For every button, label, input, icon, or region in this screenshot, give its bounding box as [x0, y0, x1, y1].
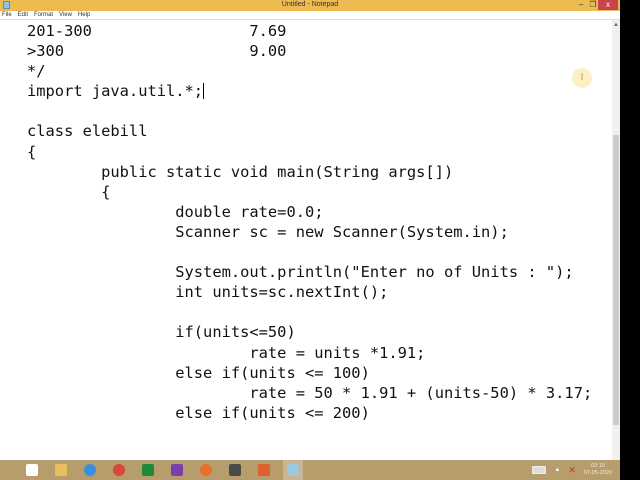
notepad-icon — [287, 464, 299, 476]
text-cursor-icon: I — [572, 68, 592, 88]
notepad-window: Untitled - Notepad – ❐ x File Edit Forma… — [0, 0, 620, 460]
code-line: rate = units *1.91; — [27, 343, 426, 362]
clock-time: 02:19 — [591, 463, 605, 469]
taskbar-sublime-button[interactable] — [225, 460, 245, 480]
show-hidden-icons-icon[interactable]: ▲ — [554, 467, 560, 473]
taskbar-onenote-button[interactable] — [167, 460, 187, 480]
code-line: if(units<=50) — [27, 323, 296, 342]
menu-format[interactable]: Format — [34, 11, 53, 19]
code-line: class elebill — [27, 122, 148, 141]
code-line: else if(units <= 100) — [27, 363, 370, 382]
code-line: Scanner sc = new Scanner(System.in); — [27, 222, 509, 241]
firefox-icon — [200, 464, 212, 476]
taskbar-internet-explorer-button[interactable] — [80, 460, 100, 480]
taskbar-store-button[interactable] — [138, 460, 158, 480]
title-bar[interactable]: Untitled - Notepad – ❐ x — [0, 0, 620, 11]
code-line: import java.util.*; — [27, 82, 205, 101]
taskbar-firefox-button[interactable] — [196, 460, 216, 480]
keyboard-icon[interactable] — [532, 466, 547, 474]
taskbar-xampp-button[interactable] — [254, 460, 274, 480]
code-line: >300 9.00 — [27, 42, 287, 61]
code-line: */ — [27, 62, 46, 81]
taskbar-file-explorer-button[interactable] — [51, 460, 71, 480]
code-line: double rate=0.0; — [27, 202, 324, 221]
scroll-thumb[interactable] — [613, 135, 619, 425]
start-icon — [26, 464, 38, 476]
taskbar: ▲ ✕ 02:19 07-05-2020 — [0, 460, 620, 480]
menu-bar: File Edit Format View Help — [0, 11, 620, 20]
code-line: System.out.println("Enter no of Units : … — [27, 263, 574, 282]
code-text: 201-300 7.69 >300 9.00 */import java.util.… — [0, 20, 612, 423]
clock[interactable]: 02:19 07-05-2020 — [584, 463, 612, 477]
code-line: { — [27, 182, 111, 201]
taskbar-chrome-button[interactable] — [109, 460, 129, 480]
code-line: int units=sc.nextInt(); — [27, 283, 389, 302]
clock-date: 07-05-2020 — [583, 470, 612, 476]
network-icon[interactable]: ✕ — [568, 465, 576, 476]
menu-edit[interactable]: Edit — [18, 11, 28, 19]
onenote-icon — [171, 464, 183, 476]
vertical-scrollbar[interactable]: ▲ — [612, 20, 620, 460]
text-editor[interactable]: 201-300 7.69 >300 9.00 */import java.util.… — [0, 20, 612, 460]
system-tray: ▲ ✕ 02:19 07-05-2020 — [532, 460, 612, 480]
minimize-button[interactable]: – — [575, 0, 587, 10]
code-line: 201-300 7.69 — [27, 22, 287, 40]
taskbar-notepad-button[interactable] — [283, 460, 303, 480]
scroll-up-icon[interactable]: ▲ — [612, 22, 620, 28]
file-explorer-icon — [55, 464, 67, 476]
code-line: public static void main(String args[]) — [27, 162, 454, 181]
code-line: { — [27, 142, 37, 161]
xampp-icon — [258, 464, 270, 476]
menu-view[interactable]: View — [59, 11, 72, 19]
store-icon — [142, 464, 154, 476]
code-line: rate = 50 * 1.91 + (units-50) * 3.17; — [27, 383, 593, 402]
menu-file[interactable]: File — [2, 11, 12, 19]
sublime-icon — [229, 464, 241, 476]
menu-help[interactable]: Help — [78, 11, 90, 19]
text-caret — [203, 83, 205, 100]
close-button[interactable]: x — [598, 0, 618, 10]
chrome-icon — [113, 464, 125, 476]
taskbar-start-button[interactable] — [22, 460, 42, 480]
window-title: Untitled - Notepad — [281, 1, 339, 8]
internet-explorer-icon — [84, 464, 96, 476]
code-line: else if(units <= 200) — [27, 403, 370, 422]
